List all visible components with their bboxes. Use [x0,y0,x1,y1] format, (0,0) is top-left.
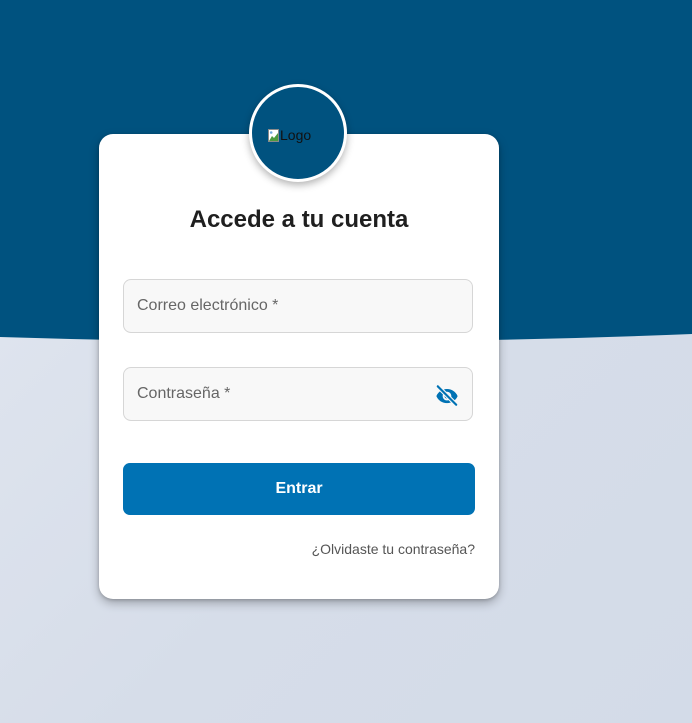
submit-button[interactable]: Entrar [123,463,475,515]
email-input[interactable] [124,280,472,332]
broken-image-icon [268,128,279,142]
logo-alt-text: Logo [280,127,312,143]
login-title: Accede a tu cuenta [189,206,409,233]
logo-image: Logo [268,127,311,143]
email-field [123,279,473,333]
password-visibility-toggle[interactable] [434,382,460,408]
forgot-password-link[interactable]: ¿Olvidaste tu contraseña? [312,541,475,557]
login-card: Accede a tu cuenta Entrar ¿Olvidaste tu … [99,134,499,599]
password-input[interactable] [124,368,472,420]
logo-badge: Logo [249,84,347,182]
password-field [123,367,473,421]
eye-off-icon [436,384,458,407]
login-page: Logo Accede a tu cuenta Entrar ¿Olvidast… [0,0,692,723]
